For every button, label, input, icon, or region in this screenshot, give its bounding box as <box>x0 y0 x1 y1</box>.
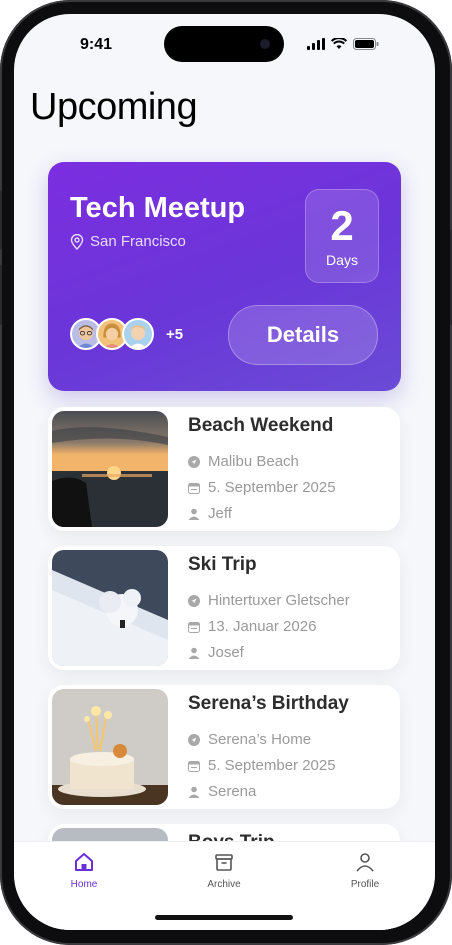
event-thumbnail-birthday <box>52 689 168 805</box>
status-time: 9:41 <box>80 36 113 53</box>
event-thumbnail-beach <box>52 411 168 527</box>
profile-icon <box>356 853 374 872</box>
event-person-text: Serena <box>208 783 257 800</box>
event-title: Serena’s Birthday <box>188 693 349 714</box>
days-label: Days <box>326 252 358 268</box>
event-date-text: 5. September 2025 <box>208 479 336 496</box>
event-location: Malibu Beach <box>188 453 299 470</box>
days-countdown: 2 Days <box>305 189 379 283</box>
event-date: 5. September 2025 <box>188 479 336 496</box>
calendar-icon <box>188 760 200 772</box>
event-person: Jeff <box>188 505 232 522</box>
calendar-icon <box>188 621 200 633</box>
home-icon <box>75 853 93 871</box>
app-screen: 9:41 Upcoming Tech Meetup San Francisco … <box>14 14 435 930</box>
event-person-text: Josef <box>208 644 244 661</box>
event-thumbnail-ski <box>52 550 168 666</box>
attendee-avatars[interactable]: +5 <box>70 318 183 350</box>
event-location: Hintertuxer Gletscher <box>188 592 350 609</box>
page-title: Upcoming <box>30 86 198 128</box>
event-person: Josef <box>188 644 244 661</box>
location-pin-icon <box>70 233 84 250</box>
tab-profile[interactable]: Profile <box>325 852 405 890</box>
navigation-icon <box>188 594 200 607</box>
event-date-text: 5. September 2025 <box>208 757 336 774</box>
home-indicator[interactable] <box>155 915 293 920</box>
person-icon <box>188 647 200 659</box>
event-title: Beach Weekend <box>188 415 334 436</box>
volume-button <box>0 265 2 325</box>
event-location-text: Hintertuxer Gletscher <box>208 592 350 609</box>
tab-profile-label: Profile <box>350 879 380 890</box>
extra-attendees-count: +5 <box>166 325 184 343</box>
details-button[interactable]: Details <box>228 305 378 365</box>
avatar <box>122 318 154 350</box>
volume-button <box>0 190 2 250</box>
battery-icon <box>353 38 379 50</box>
event-date-text: 13. Januar 2026 <box>208 618 317 635</box>
status-icons <box>307 38 379 50</box>
dynamic-island <box>164 26 284 62</box>
event-card[interactable]: Beach Weekend Malibu Beach 5. September … <box>48 407 400 531</box>
featured-event-location-text: San Francisco <box>90 233 186 250</box>
tab-archive[interactable]: Archive <box>184 852 264 890</box>
person-icon <box>188 786 200 798</box>
signal-icon <box>307 38 325 50</box>
archive-icon <box>215 854 233 871</box>
event-date: 5. September 2025 <box>188 757 336 774</box>
event-location-text: Malibu Beach <box>208 453 299 470</box>
tab-bar: Home Archive Profile <box>14 841 435 930</box>
featured-event-title: Tech Meetup <box>70 192 246 224</box>
event-location-text: Serena’s Home <box>208 731 312 748</box>
tab-home[interactable]: Home <box>44 852 124 890</box>
event-title: Ski Trip <box>188 554 257 575</box>
person-icon <box>188 508 200 520</box>
tab-archive-label: Archive <box>207 879 241 890</box>
featured-event-card[interactable]: Tech Meetup San Francisco 2 Days +5 Deta… <box>48 162 401 391</box>
event-person: Serena <box>188 783 256 800</box>
phone-frame: 9:41 Upcoming Tech Meetup San Francisco … <box>0 0 452 945</box>
tab-home-label: Home <box>70 879 98 890</box>
days-count: 2 <box>330 202 354 249</box>
event-card[interactable]: Serena’s Birthday Serena’s Home 5. Septe… <box>48 685 400 809</box>
featured-event-location: San Francisco <box>70 233 186 250</box>
wifi-icon <box>331 38 347 49</box>
event-date: 13. Januar 2026 <box>188 618 316 635</box>
event-person-text: Jeff <box>208 505 232 522</box>
navigation-icon <box>188 455 200 468</box>
event-card[interactable]: Ski Trip Hintertuxer Gletscher 13. Janua… <box>48 546 400 670</box>
event-location: Serena’s Home <box>188 731 311 748</box>
navigation-icon <box>188 733 200 746</box>
calendar-icon <box>188 482 200 494</box>
